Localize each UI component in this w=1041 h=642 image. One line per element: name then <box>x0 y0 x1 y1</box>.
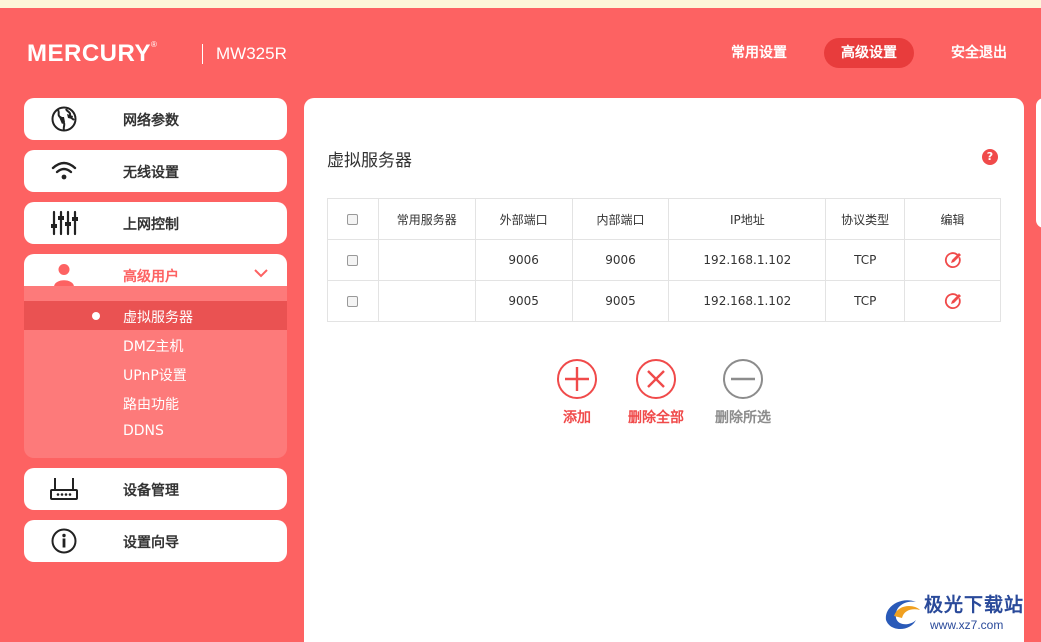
sidebar-submenu: 虚拟服务器 DMZ主机 UPnP设置 路由功能 DDNS <box>24 286 287 458</box>
cell-int-port: 9006 <box>571 239 670 281</box>
main-panel: 虚拟服务器 ? 常用服务器 外部端口 内部端口 IP地址 协议类型 编辑 900… <box>304 98 1024 642</box>
delete-all-button[interactable] <box>636 359 676 399</box>
watermark-url: www.xz7.com <box>930 618 1004 632</box>
submenu-label: UPnP设置 <box>123 368 187 384</box>
edit-icon[interactable] <box>943 250 963 270</box>
cell-ip: 192.168.1.102 <box>668 239 827 281</box>
delete-all-label[interactable]: 删除全部 <box>616 407 696 427</box>
minus-icon <box>731 377 755 381</box>
sidebar-item-device-management[interactable]: 设备管理 <box>24 468 287 510</box>
delete-selected-label[interactable]: 删除所选 <box>703 407 783 427</box>
model-name: MW325R <box>216 44 287 63</box>
sidebar-item-label: 无线设置 <box>123 165 179 181</box>
nav-advanced-settings[interactable]: 高级设置 <box>824 38 914 68</box>
cell-service <box>377 239 476 281</box>
table-row: 9006 9006 192.168.1.102 TCP <box>327 239 1001 281</box>
edit-icon[interactable] <box>943 291 963 311</box>
submenu-label: DDNS <box>123 423 164 439</box>
column-header: 协议类型 <box>825 198 906 240</box>
nav-logout[interactable]: 安全退出 <box>942 38 1016 68</box>
plus-icon <box>565 367 589 391</box>
sidebar-item-network[interactable]: 网络参数 <box>24 98 287 140</box>
virtual-server-table: 常用服务器 外部端口 内部端口 IP地址 协议类型 编辑 9006 9006 1… <box>327 198 1001 322</box>
column-header: IP地址 <box>668 198 827 240</box>
x-icon <box>647 370 665 388</box>
select-all-cell <box>327 198 379 240</box>
info-icon <box>51 528 77 554</box>
cell-service <box>377 280 476 322</box>
table-row: 9005 9005 192.168.1.102 TCP <box>327 280 1001 322</box>
page-title: 虚拟服务器 <box>327 151 412 171</box>
watermark-name: 极光下载站 <box>924 594 1025 616</box>
watermark: 极光下载站 www.xz7.com <box>880 588 1040 638</box>
wifi-icon <box>51 161 77 180</box>
selected-dot <box>92 312 100 320</box>
column-header: 外部端口 <box>474 198 573 240</box>
submenu-label: 路由功能 <box>123 397 179 413</box>
column-header: 常用服务器 <box>377 198 476 240</box>
select-all-checkbox[interactable] <box>347 214 359 225</box>
nav-common-settings[interactable]: 常用设置 <box>722 38 796 68</box>
column-header: 内部端口 <box>571 198 670 240</box>
help-icon[interactable]: ? <box>982 149 998 165</box>
table-header-row: 常用服务器 外部端口 内部端口 IP地址 协议类型 编辑 <box>327 198 1001 240</box>
submenu-upnp[interactable]: UPnP设置 <box>24 359 287 388</box>
cell-protocol: TCP <box>825 280 906 322</box>
row-checkbox[interactable] <box>347 255 359 266</box>
submenu-ddns[interactable]: DDNS <box>24 417 287 446</box>
sidebar-item-label: 上网控制 <box>123 217 179 233</box>
watermark-logo-icon <box>885 600 920 629</box>
sliders-icon <box>51 210 78 236</box>
sidebar-item-label: 设备管理 <box>123 483 179 499</box>
sidebar-item-label: 高级用户 <box>123 269 179 285</box>
sidebar-item-wireless[interactable]: 无线设置 <box>24 150 287 192</box>
logo-divider <box>202 44 203 64</box>
user-icon <box>54 264 74 287</box>
submenu-virtual-server[interactable]: 虚拟服务器 <box>24 301 287 330</box>
add-label[interactable]: 添加 <box>547 407 607 427</box>
submenu-dmz[interactable]: DMZ主机 <box>24 330 287 359</box>
top-strip <box>0 0 1041 8</box>
row-checkbox[interactable] <box>347 296 359 307</box>
router-icon <box>50 478 78 500</box>
chevron-down-icon <box>254 269 268 278</box>
delete-selected-button[interactable] <box>723 359 763 399</box>
submenu-label: DMZ主机 <box>123 339 184 355</box>
sidebar-item-access-control[interactable]: 上网控制 <box>24 202 287 244</box>
submenu-routing[interactable]: 路由功能 <box>24 388 287 417</box>
submenu-label: 虚拟服务器 <box>123 310 193 326</box>
brand-logo: MERCURY® <box>27 40 158 67</box>
column-header: 编辑 <box>904 198 1001 240</box>
sidebar-item-setup-wizard[interactable]: 设置向导 <box>24 520 287 562</box>
right-panel-edge <box>1036 98 1041 228</box>
cell-protocol: TCP <box>825 239 906 281</box>
cell-int-port: 9005 <box>571 280 670 322</box>
globe-icon <box>51 106 77 132</box>
sidebar-item-label: 网络参数 <box>123 113 179 129</box>
sidebar-item-label: 设置向导 <box>123 535 179 551</box>
add-button[interactable] <box>557 359 597 399</box>
cell-ip: 192.168.1.102 <box>668 280 827 322</box>
cell-ext-port: 9006 <box>474 239 573 281</box>
cell-ext-port: 9005 <box>474 280 573 322</box>
